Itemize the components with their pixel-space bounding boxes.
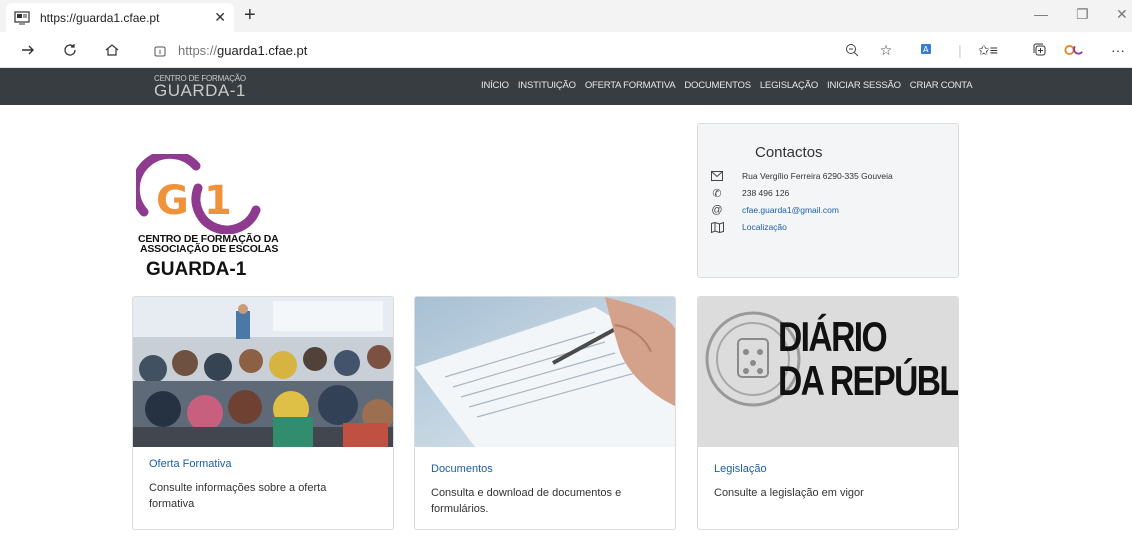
contact-phone: 238 496 126 [742, 188, 790, 198]
url-prefix: https:// [178, 42, 218, 58]
card-description: Consulta e download de documentos e form… [431, 487, 622, 515]
image-text-da-republica: DA REPÚBLICA [778, 357, 959, 404]
logo-letter-g: G [156, 178, 189, 224]
window-close-icon[interactable]: ✕ [1116, 6, 1128, 23]
tab-title: https://guarda1.cfae.pt [40, 10, 160, 25]
tab-close-icon[interactable]: ✕ [214, 9, 226, 26]
forward-icon[interactable] [18, 40, 38, 60]
site-info-icon[interactable] [154, 44, 166, 57]
site-navbar: CENTRO DE FORMAÇÃO GUARDA-1 INÍCIO INSTI… [0, 68, 1132, 105]
signing-document-image [415, 297, 675, 447]
phone-icon: ✆ [712, 187, 722, 200]
more-icon[interactable]: ··· [1108, 40, 1128, 60]
brand-big-text: GUARDA-1 [154, 81, 246, 100]
map-icon [710, 221, 724, 233]
envelope-icon [710, 170, 724, 182]
menu-item-oferta-formativa[interactable]: OFERTA FORMATIVA [585, 80, 676, 91]
logo-letter-1: 1 [204, 178, 232, 224]
url-host: guarda1.cfae.pt [217, 42, 308, 58]
browser-tab-bar: https://guarda1.cfae.pt ✕ + — ❐ ✕ [0, 0, 1132, 32]
menu-item-instituicao[interactable]: INSTITUIÇÃO [518, 80, 576, 91]
restore-icon[interactable]: ❐ [1076, 6, 1089, 23]
diario-da-republica-image: DIÁRIO DA REPÚBLICA [698, 297, 959, 447]
menu-item-documentos[interactable]: DOCUMENTOS [684, 80, 751, 91]
extension-icon[interactable] [1064, 40, 1084, 60]
contact-address: Rua Vergílio Ferreira 6290-335 Gouveia [742, 171, 893, 181]
menu-item-legislacao[interactable]: LEGISLAÇÃO [760, 80, 818, 91]
card-legislacao[interactable]: DIÁRIO DA REPÚBLICA Legislação Consulte … [697, 296, 959, 530]
refresh-icon[interactable] [60, 40, 80, 60]
at-icon: @ [711, 204, 723, 216]
card-title[interactable]: Documentos [431, 463, 493, 475]
tab-favicon-icon [14, 10, 30, 24]
logo-mark-icon: G 1 [130, 149, 261, 235]
contacts-card: Contactos Rua Vergílio Ferreira 6290-335… [697, 123, 959, 278]
svg-text:A: A [923, 45, 929, 54]
address-bar: https://guarda1.cfae.pt ☆ A | ✩≡ ··· [0, 32, 1132, 68]
logo-line-2: ASSOCIAÇÃO DE ESCOLAS [140, 243, 279, 255]
card-documentos[interactable]: Documentos Consulta e download de docume… [414, 296, 676, 530]
add-favorite-icon[interactable]: ☆ [876, 40, 896, 60]
menu-item-inicio[interactable]: INÍCIO [481, 80, 509, 91]
card-title[interactable]: Legislação [714, 463, 767, 475]
collections-icon[interactable] [1030, 40, 1050, 60]
favorites-icon[interactable]: ✩≡ [978, 40, 998, 60]
main-menu: INÍCIO INSTITUIÇÃO OFERTA FORMATIVA DOCU… [481, 80, 973, 91]
card-title[interactable]: Oferta Formativa [149, 458, 232, 470]
contact-email-link[interactable]: cfae.guarda1@gmail.com [742, 205, 839, 215]
card-description: Consulte informações sobre a oferta form… [149, 482, 327, 510]
card-description: Consulte a legislação em vigor [714, 487, 864, 499]
minimize-icon[interactable]: — [1034, 6, 1048, 22]
organization-logo: G 1 CENTRO DE FORMAÇÃO DA ASSOCIAÇÃO DE … [130, 149, 286, 284]
menu-item-iniciar-sessao[interactable]: INICIAR SESSÃO [827, 80, 901, 91]
zoom-icon[interactable] [842, 40, 862, 60]
card-oferta-formativa[interactable]: Oferta Formativa Consulte informações so… [132, 296, 394, 530]
browser-tab[interactable]: https://guarda1.cfae.pt ✕ [6, 3, 234, 32]
training-session-image [133, 297, 393, 447]
translate-icon[interactable]: A [918, 40, 938, 60]
toolbar-divider: | [958, 42, 962, 58]
image-text-diario: DIÁRIO [778, 313, 888, 360]
menu-item-criar-conta[interactable]: CRIAR CONTA [910, 80, 973, 91]
url-field[interactable]: https://guarda1.cfae.pt [140, 36, 910, 64]
new-tab-icon[interactable]: + [244, 4, 256, 26]
contacts-title: Contactos [755, 144, 823, 161]
contact-location-link[interactable]: Localização [742, 222, 787, 232]
home-icon[interactable] [102, 40, 122, 60]
logo-line-3: GUARDA-1 [146, 259, 247, 280]
site-brand[interactable]: CENTRO DE FORMAÇÃO GUARDA-1 [154, 74, 246, 99]
